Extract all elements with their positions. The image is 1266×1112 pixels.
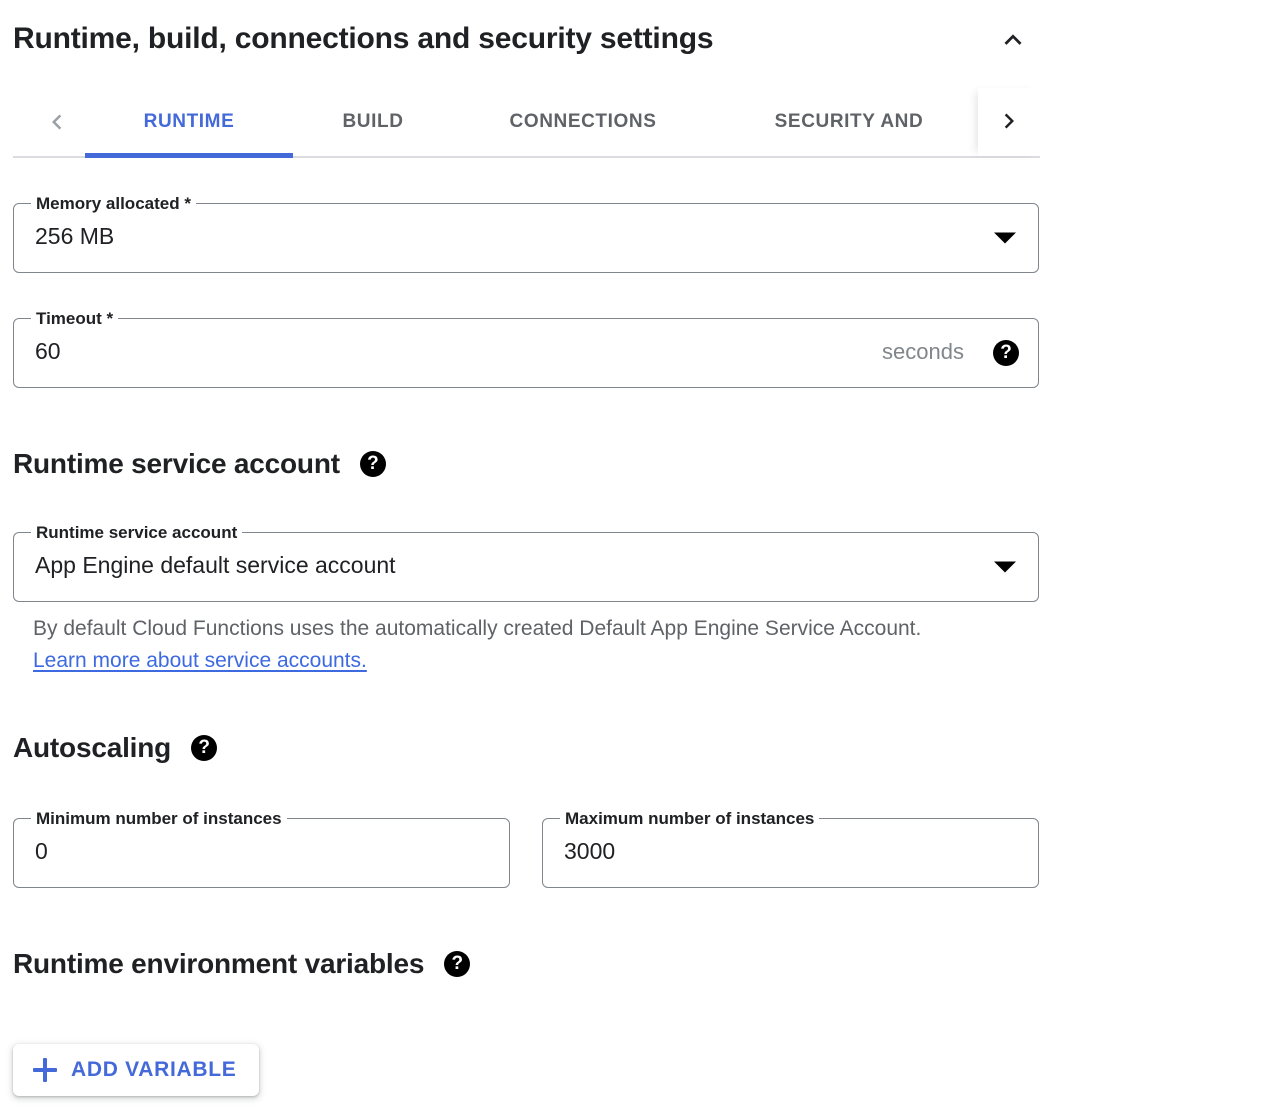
collapse-panel-button[interactable]: [989, 16, 1037, 64]
timeout-input[interactable]: Timeout * 60 seconds ?: [13, 309, 1039, 388]
tab-scroll-right-button[interactable]: [978, 88, 1040, 156]
section-heading-runtime-service-account: Runtime service account ?: [13, 447, 386, 481]
add-variable-button-label: ADD VARIABLE: [71, 1058, 237, 1081]
section-heading-label: Runtime environment variables: [13, 948, 425, 979]
chevron-down-icon[interactable]: [994, 561, 1016, 573]
tab-bar: RUNTIME BUILD CONNECTIONS SECURITY AND: [13, 88, 1040, 158]
section-heading-autoscaling: Autoscaling ?: [13, 731, 218, 765]
runtime-service-account-hint: By default Cloud Functions uses the auto…: [33, 613, 973, 677]
page-title: Runtime, build, connections and security…: [13, 22, 714, 55]
chevron-down-icon[interactable]: [994, 232, 1016, 244]
runtime-service-account-help-icon[interactable]: ?: [359, 451, 386, 477]
tab-list: RUNTIME BUILD CONNECTIONS SECURITY AND: [85, 88, 985, 156]
section-heading-label: Runtime service account: [13, 448, 340, 479]
minimum-instances-label: Minimum number of instances: [31, 809, 287, 829]
chevron-left-icon: [42, 107, 72, 140]
maximum-instances-input[interactable]: Maximum number of instances 3000: [542, 809, 1039, 888]
runtime-service-account-select[interactable]: Runtime service account App Engine defau…: [13, 523, 1039, 602]
hint-text: By default Cloud Functions uses the auto…: [33, 617, 922, 640]
runtime-environment-variables-help-icon[interactable]: ?: [444, 951, 471, 977]
tab-connections[interactable]: CONNECTIONS: [453, 88, 713, 156]
tab-security-and-image-repo[interactable]: SECURITY AND: [713, 88, 985, 156]
tab-scroll-left-button[interactable]: [35, 101, 79, 145]
maximum-instances-value: 3000: [564, 838, 616, 864]
chevron-up-icon: [996, 23, 1030, 57]
section-heading-label: Autoscaling: [13, 732, 172, 763]
minimum-instances-input[interactable]: Minimum number of instances 0: [13, 809, 510, 888]
timeout-label: Timeout *: [31, 309, 119, 329]
section-heading-runtime-environment-variables: Runtime environment variables ?: [13, 947, 471, 981]
tab-runtime[interactable]: RUNTIME: [85, 88, 293, 156]
runtime-service-account-value: App Engine default service account: [35, 552, 396, 578]
tab-build[interactable]: BUILD: [293, 88, 453, 156]
maximum-instances-label: Maximum number of instances: [560, 809, 820, 829]
timeout-help-icon[interactable]: ?: [993, 340, 1019, 366]
timeout-value: 60: [35, 338, 61, 364]
memory-allocated-label: Memory allocated *: [31, 194, 196, 214]
memory-allocated-select[interactable]: Memory allocated * 256 MB: [13, 194, 1039, 273]
add-variable-button[interactable]: ADD VARIABLE: [13, 1044, 259, 1096]
chevron-right-icon: [994, 106, 1024, 139]
panel-header: Runtime, build, connections and security…: [0, 0, 1051, 78]
runtime-service-account-label: Runtime service account: [31, 523, 243, 543]
autoscaling-help-icon[interactable]: ?: [191, 735, 218, 761]
plus-icon: [33, 1058, 57, 1082]
timeout-unit-suffix: seconds: [882, 339, 964, 364]
learn-more-service-accounts-link[interactable]: Learn more about service accounts.: [33, 649, 367, 672]
active-tab-indicator: [85, 153, 293, 158]
settings-panel: Runtime, build, connections and security…: [0, 0, 1266, 1112]
minimum-instances-value: 0: [35, 838, 48, 864]
memory-allocated-value: 256 MB: [35, 223, 115, 249]
